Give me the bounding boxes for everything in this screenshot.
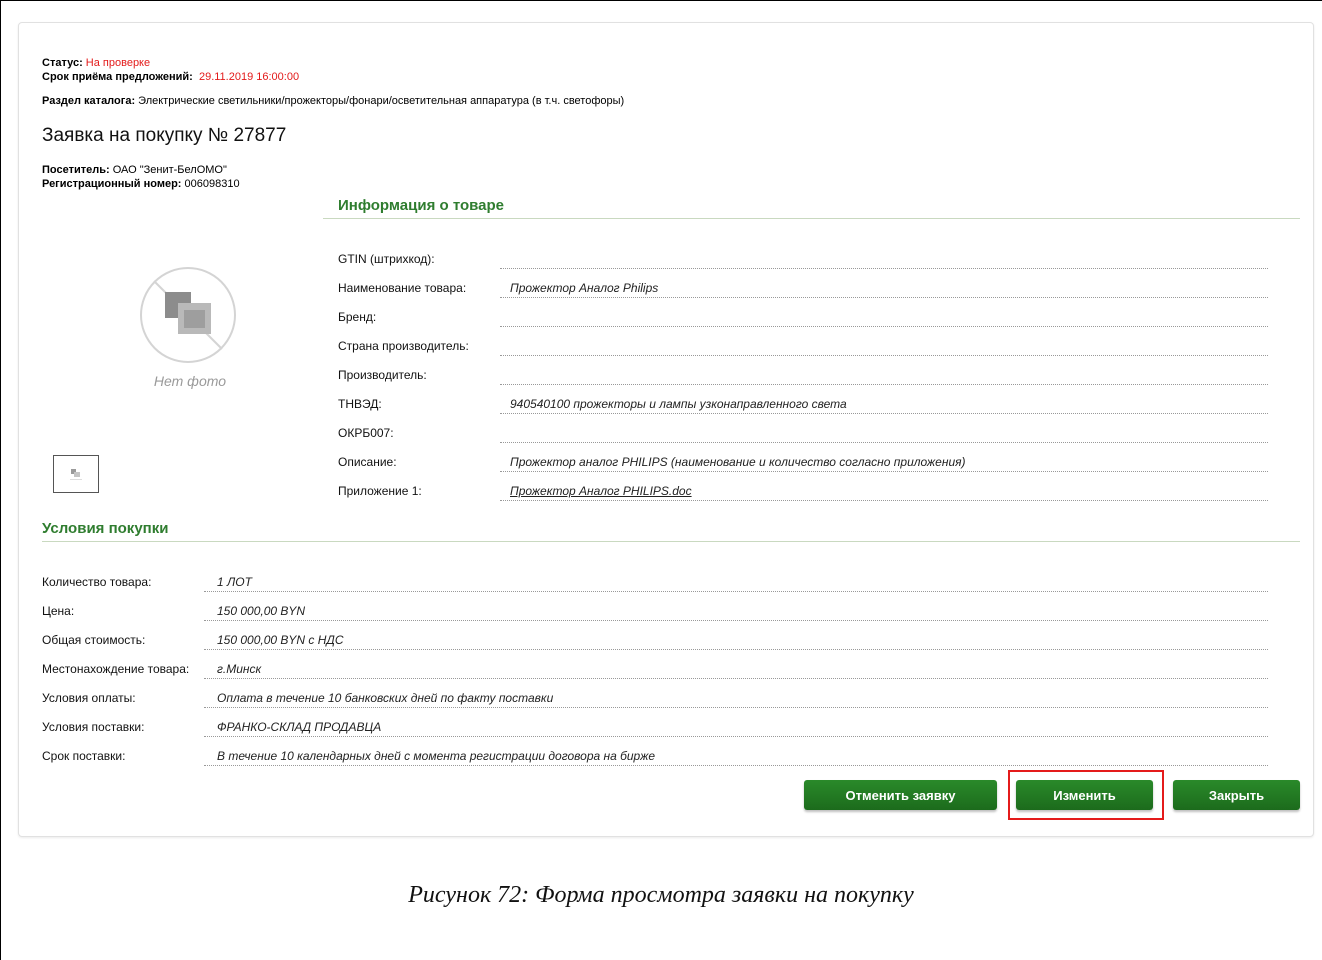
product-info-label: Описание:: [338, 455, 397, 469]
dotted-separator: [204, 678, 1268, 679]
dotted-separator: [500, 355, 1268, 356]
product-info-label: Производитель:: [338, 368, 427, 382]
purchase-terms-value: г.Минск: [217, 662, 262, 676]
purchase-terms-row: Условия оплаты: Оплата в течение 10 банко…: [42, 688, 1268, 708]
dotted-separator: [500, 442, 1268, 443]
edit-button-highlight: [1008, 770, 1164, 820]
purchase-terms-row: Количество товара: 1 ЛОТ: [42, 572, 1268, 592]
status-value: На проверке: [85, 57, 151, 69]
dotted-separator: [500, 471, 1268, 472]
status-line: Статус: На проверке: [42, 56, 150, 70]
dotted-separator: [204, 620, 1268, 621]
close-button[interactable]: Закрыть: [1173, 780, 1300, 810]
purchase-terms-label: Местонахождение товара:: [42, 662, 190, 676]
purchase-terms-value: ФРАНКО-СКЛАД ПРОДАВЦА: [217, 720, 382, 734]
product-info-label: GTIN (штрихкод):: [338, 252, 435, 266]
product-info-row: Бренд:: [338, 307, 1268, 327]
status-label: Статус:: [42, 57, 83, 69]
reg-number-line: Регистрационный номер: 006098310: [42, 177, 240, 191]
purchase-terms-divider: [42, 541, 1300, 542]
visitor-line: Посетитель: ОАО "Зенит-БелОМО": [42, 163, 227, 177]
deadline-value: 29.11.2019 16:00:00: [198, 71, 300, 83]
cancel-request-button[interactable]: Отменить заявку: [804, 780, 997, 810]
product-info-label: Наименование товара:: [338, 281, 467, 295]
dotted-separator: [500, 384, 1268, 385]
product-info-label: Бренд:: [338, 310, 377, 324]
product-info-value: Прожектор аналог PHILIPS (наименование и…: [510, 455, 966, 469]
purchase-terms-label: Условия поставки:: [42, 720, 145, 734]
product-info-label: ОКРБ007:: [338, 426, 394, 440]
dotted-separator: [204, 707, 1268, 708]
purchase-terms-value: 150 000,00 BYN с НДС: [217, 633, 344, 647]
visitor-label: Посетитель:: [42, 164, 110, 176]
catalog-value: Электрические светильники/прожекторы/фон…: [138, 95, 625, 107]
no-photo-icon: [138, 265, 238, 365]
purchase-terms-row: Цена: 150 000,00 BYN: [42, 601, 1268, 621]
product-info-row: Приложение 1: Прожектор Аналог PHILIPS.do…: [338, 481, 1268, 501]
product-info-row: Производитель:: [338, 365, 1268, 385]
purchase-terms-row: Условия поставки: ФРАНКО-СКЛАД ПРОДАВЦА: [42, 717, 1268, 737]
purchase-terms-label: Условия оплаты:: [42, 691, 136, 705]
dotted-separator: [500, 297, 1268, 298]
thumbnail-image-icon: [70, 469, 82, 480]
purchase-terms-value: 1 ЛОТ: [217, 575, 252, 589]
attachment-link[interactable]: Прожектор Аналог PHILIPS.doc: [510, 484, 692, 498]
purchase-terms-value: В течение 10 календарных дней с момента …: [217, 749, 656, 763]
product-info-row: ТНВЭД: 940540100 прожекторы и лампы узкон…: [338, 394, 1268, 414]
purchase-terms-value: Оплата в течение 10 банковских дней по ф…: [217, 691, 554, 705]
purchase-terms-value: 150 000,00 BYN: [217, 604, 306, 618]
dotted-separator: [500, 326, 1268, 327]
deadline-label: Срок приёма предложений:: [42, 71, 193, 83]
purchase-terms-label: Срок поставки:: [42, 749, 126, 763]
dotted-separator: [204, 591, 1268, 592]
purchase-terms-label: Цена:: [42, 604, 75, 618]
product-info-row: Описание: Прожектор аналог PHILIPS (наиме…: [338, 452, 1268, 472]
product-info-label: Приложение 1:: [338, 484, 422, 498]
purchase-terms-label: Количество товара:: [42, 575, 152, 589]
figure-caption: Рисунок 72: Форма просмотра заявки на по…: [408, 882, 914, 908]
product-info-value: Прожектор Аналог Philips: [510, 281, 659, 295]
purchase-terms-label: Общая стоимость:: [42, 633, 146, 647]
product-info-row: Наименование товара: Прожектор Аналог Phi…: [338, 278, 1268, 298]
deadline-line: Срок приёма предложений: 29.11.2019 16:0…: [42, 70, 299, 84]
product-info-row: ОКРБ007:: [338, 423, 1268, 443]
product-info-value: 940540100 прожекторы и лампы узконаправл…: [510, 397, 847, 411]
purchase-terms-row: Срок поставки: В течение 10 календарных д…: [42, 746, 1268, 766]
purchase-terms-row: Местонахождение товара: г.Минск: [42, 659, 1268, 679]
reg-number-value: 006098310: [184, 178, 240, 190]
purchase-terms-row: Общая стоимость: 150 000,00 BYN с НДС: [42, 630, 1268, 650]
photo-thumbnail[interactable]: [53, 455, 99, 493]
product-info-row: GTIN (штрихкод):: [338, 249, 1268, 269]
dotted-separator: [204, 649, 1268, 650]
visitor-value: ОАО "Зенит-БелОМО": [112, 164, 227, 176]
dotted-separator: [204, 736, 1268, 737]
product-info-title: Информация о товаре: [338, 197, 505, 214]
catalog-label: Раздел каталога:: [42, 95, 136, 107]
purchase-terms-title: Условия покупки: [42, 520, 169, 537]
reg-number-label: Регистрационный номер:: [42, 178, 182, 190]
catalog-line: Раздел каталога: Электрические светильни…: [42, 94, 624, 108]
product-info-label: ТНВЭД:: [338, 397, 382, 411]
no-photo-text: Нет фото: [153, 373, 227, 389]
dotted-separator: [500, 413, 1268, 414]
page-title: Заявка на покупку № 27877: [42, 125, 287, 146]
dotted-separator: [204, 765, 1268, 766]
dotted-separator: [500, 500, 1268, 501]
product-info-row: Страна производитель:: [338, 336, 1268, 356]
product-info-divider: [323, 218, 1300, 219]
product-info-label: Страна производитель:: [338, 339, 469, 353]
dotted-separator: [500, 268, 1268, 269]
